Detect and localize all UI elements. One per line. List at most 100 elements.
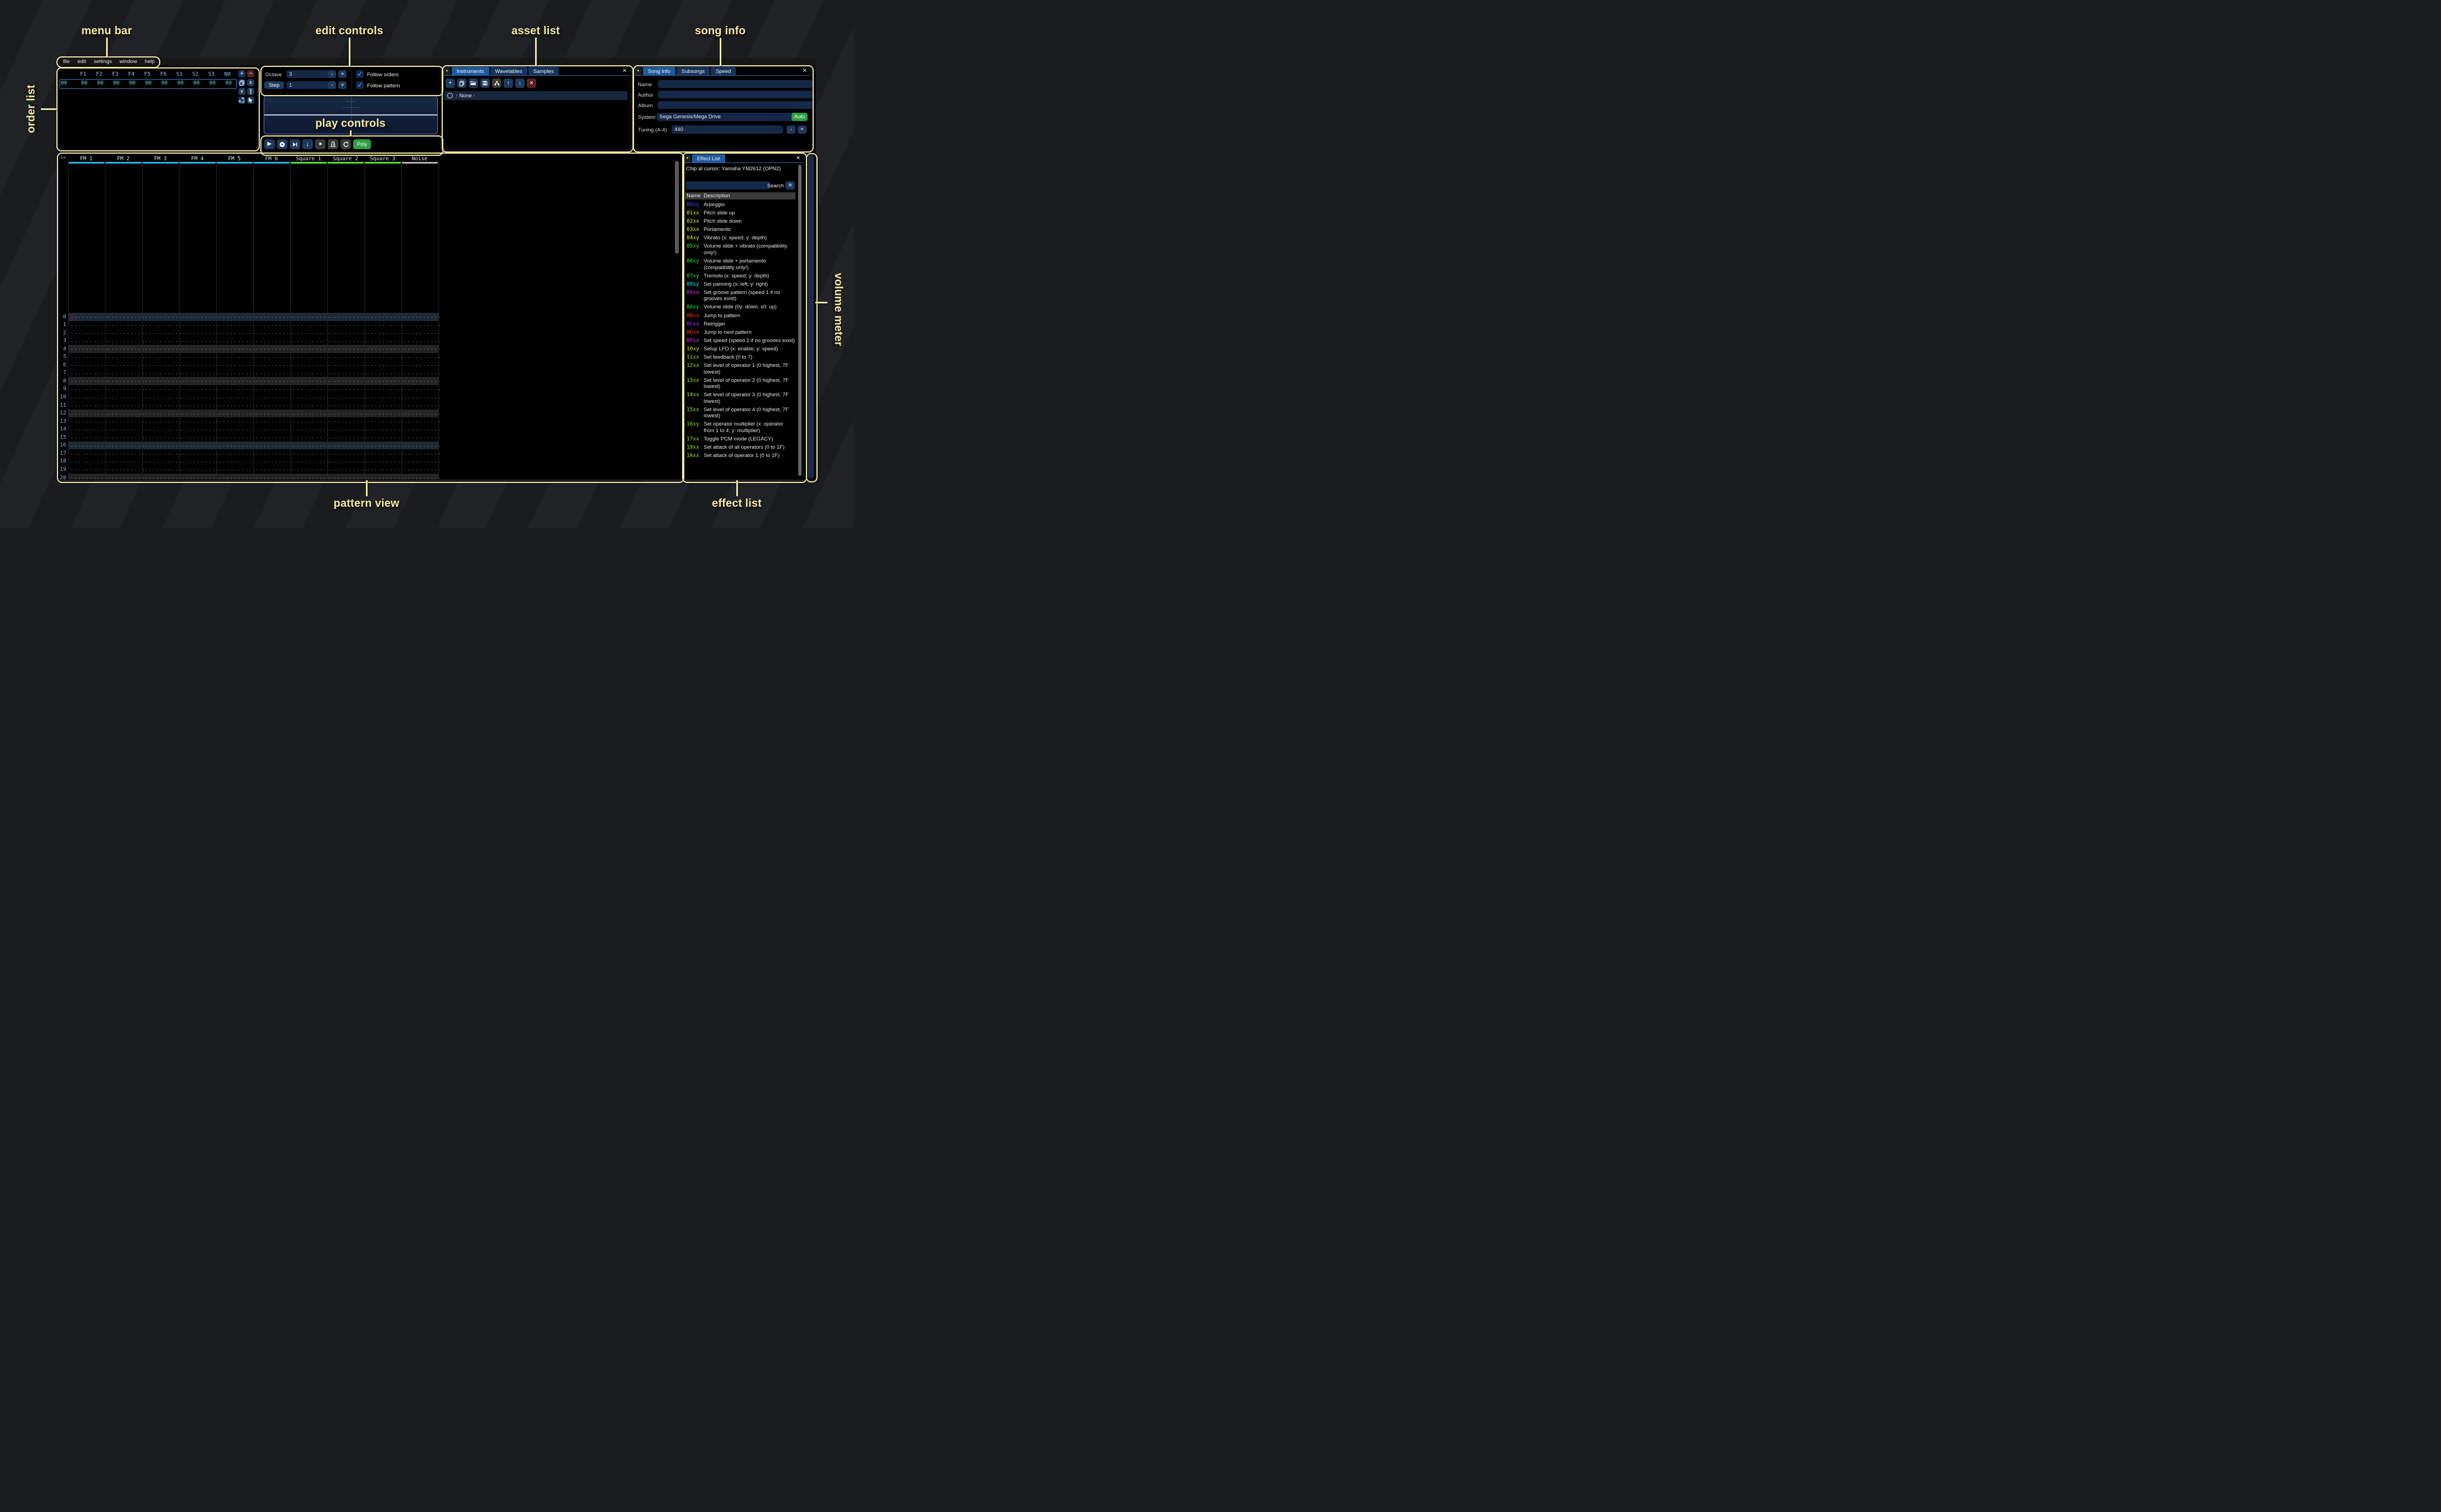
- pattern-cell[interactable]: ·············: [328, 323, 366, 328]
- order-cell[interactable]: 00: [188, 80, 205, 87]
- menu-item[interactable]: settings: [93, 59, 112, 65]
- pattern-cell[interactable]: ·············: [217, 476, 255, 479]
- effect-row[interactable]: 04xy Vibrato (x: speed; y: depth): [687, 235, 795, 242]
- effect-row[interactable]: 15xx Set level of operator 4 (0 highest,…: [687, 407, 795, 419]
- pattern-cell[interactable]: ·············: [217, 396, 255, 401]
- pattern-cell[interactable]: ·············: [106, 419, 144, 424]
- pattern-cell[interactable]: ·············: [328, 347, 366, 352]
- pattern-cell[interactable]: ·············: [254, 363, 292, 368]
- chevron-down-icon[interactable]: ▼: [684, 154, 691, 162]
- system-input[interactable]: Sega Genesis/Mega Drive: [657, 113, 795, 121]
- pattern-view-panel[interactable]: ++ FM 1 FM 2 FM 3 FM 4 FM 5 FM 6 Square …: [59, 154, 680, 479]
- pattern-cell[interactable]: ·············: [365, 403, 403, 408]
- pattern-cell[interactable]: ·············: [328, 419, 366, 424]
- pattern-cell[interactable]: ·············: [69, 347, 107, 352]
- close-icon[interactable]: ✕: [793, 154, 803, 162]
- order-cell[interactable]: 00: [92, 80, 108, 87]
- pattern-cell[interactable]: ·············: [180, 355, 218, 360]
- pattern-cell[interactable]: ·············: [402, 371, 440, 376]
- octave-minus-button[interactable]: -: [328, 70, 336, 78]
- channel-header[interactable]: FM 4: [179, 156, 216, 162]
- pattern-cell[interactable]: ·············: [365, 419, 403, 424]
- pattern-cell[interactable]: ·············: [69, 428, 107, 433]
- pattern-cell[interactable]: ·············: [106, 347, 144, 352]
- pattern-cell[interactable]: ·············: [143, 476, 181, 479]
- pattern-cell[interactable]: ·············: [217, 460, 255, 465]
- pattern-cell[interactable]: ·············: [143, 396, 181, 401]
- pattern-cell[interactable]: ·············: [180, 412, 218, 417]
- order-cell[interactable]: 00: [156, 80, 172, 87]
- pattern-cell[interactable]: ·············: [143, 435, 181, 440]
- order-col-header[interactable]: S3: [203, 71, 219, 78]
- play-button[interactable]: ▶: [264, 139, 275, 149]
- channel-header[interactable]: Noise: [401, 156, 438, 162]
- order-col-header[interactable]: F1: [75, 71, 91, 78]
- pattern-cell[interactable]: ·············: [106, 476, 144, 479]
- channel-header[interactable]: Square 1: [290, 156, 327, 162]
- channel-header[interactable]: FM 6: [253, 156, 290, 162]
- step-plus-button[interactable]: +: [338, 81, 347, 89]
- order-list-selected-row[interactable]: 0000000000000000000000: [60, 79, 237, 89]
- pattern-cell[interactable]: ·············: [180, 396, 218, 401]
- pattern-cell[interactable]: ·············: [143, 452, 181, 456]
- menu-item[interactable]: help: [145, 59, 155, 65]
- pattern-cell[interactable]: ·············: [180, 403, 218, 408]
- pattern-cell[interactable]: ·············: [402, 412, 440, 417]
- pattern-cell[interactable]: ·············: [402, 435, 440, 440]
- pattern-cell[interactable]: ·············: [328, 331, 366, 336]
- step-minus-button[interactable]: -: [328, 81, 336, 89]
- tab-instruments[interactable]: Instruments: [452, 67, 489, 75]
- pattern-cell[interactable]: ·············: [180, 371, 218, 376]
- delete-button[interactable]: ✕: [527, 78, 536, 88]
- tab-song-info[interactable]: Song Info: [643, 67, 675, 75]
- order-col-header[interactable]: F4: [123, 71, 139, 78]
- pattern-cell[interactable]: ·············: [180, 435, 218, 440]
- pattern-cell[interactable]: ·············: [106, 331, 144, 336]
- pattern-cell[interactable]: ·············: [254, 452, 292, 456]
- pattern-cell[interactable]: ·············: [69, 363, 107, 368]
- pattern-cell[interactable]: ·············: [106, 315, 144, 320]
- pattern-cell[interactable]: ·············: [143, 468, 181, 473]
- pattern-cell[interactable]: ·············: [365, 444, 403, 449]
- channel-header[interactable]: FM 2: [105, 156, 142, 162]
- pattern-cell[interactable]: ·············: [402, 331, 440, 336]
- effect-row[interactable]: 01xx Pitch slide up: [687, 210, 795, 217]
- pattern-cell[interactable]: ·············: [180, 379, 218, 384]
- pattern-cell[interactable]: ·············: [291, 419, 329, 424]
- effect-row[interactable]: 16xy Set operator multiplier (x: operato…: [687, 421, 795, 434]
- pattern-cell[interactable]: ·············: [180, 347, 218, 352]
- pattern-cell[interactable]: ·············: [143, 379, 181, 384]
- add-button[interactable]: +: [446, 78, 455, 88]
- effect-row[interactable]: 12xx Set level of operator 1 (0 highest,…: [687, 363, 795, 375]
- pattern-cell[interactable]: ·············: [254, 387, 292, 392]
- pattern-cell[interactable]: ·············: [291, 468, 329, 473]
- pattern-cell[interactable]: ·············: [402, 339, 440, 344]
- pattern-cell[interactable]: ·············: [69, 396, 107, 401]
- pattern-cell[interactable]: ·············: [217, 435, 255, 440]
- tuning-plus-button[interactable]: +: [798, 125, 806, 134]
- pattern-cell[interactable]: ·············: [217, 331, 255, 336]
- pattern-cell[interactable]: ·············: [143, 339, 181, 344]
- record-button[interactable]: ●: [315, 139, 326, 149]
- pattern-cell[interactable]: ·············: [217, 468, 255, 473]
- pattern-cell[interactable]: ·············: [328, 315, 366, 320]
- pattern-cell[interactable]: ·············: [328, 452, 366, 456]
- pattern-cell[interactable]: ·············: [402, 476, 440, 479]
- pattern-cell[interactable]: ·············: [217, 339, 255, 344]
- pattern-cell[interactable]: ·············: [143, 444, 181, 449]
- follow-orders-checkbox[interactable]: ✓: [356, 70, 364, 78]
- pattern-cell[interactable]: ·············: [106, 379, 144, 384]
- pattern-cell[interactable]: ·············: [291, 339, 329, 344]
- effect-row[interactable]: 13xx Set level of operator 2 (0 highest,…: [687, 377, 795, 390]
- pattern-cell[interactable]: ·············: [291, 355, 329, 360]
- pattern-cell[interactable]: ·············: [106, 323, 144, 328]
- pattern-cell[interactable]: ·············: [254, 355, 292, 360]
- effect-row[interactable]: 0Fxx Set speed (speed 2 if no grooves ex…: [687, 338, 795, 344]
- pattern-cell[interactable]: ·············: [217, 315, 255, 320]
- pattern-scrollbar[interactable]: [675, 161, 679, 254]
- name-input[interactable]: [658, 80, 813, 88]
- order-cell[interactable]: 00: [221, 80, 237, 87]
- pattern-cell[interactable]: ·············: [217, 355, 255, 360]
- pattern-cell[interactable]: ·············: [328, 468, 366, 473]
- channel-header[interactable]: Square 3: [364, 156, 401, 162]
